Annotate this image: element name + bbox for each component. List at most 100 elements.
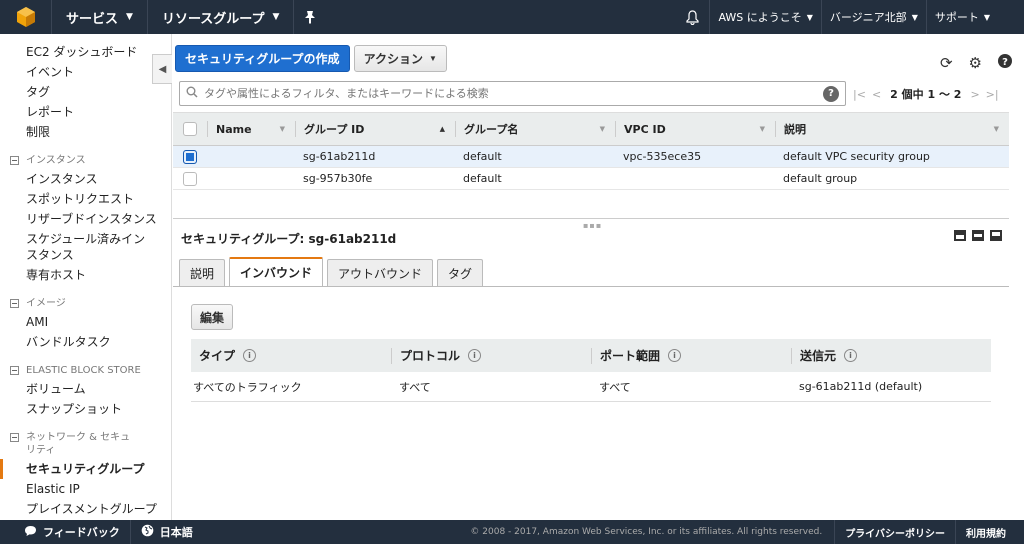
- prev-page-icon[interactable]: <: [872, 88, 881, 101]
- sidebar-item-bundle-tasks[interactable]: バンドルタスク: [0, 332, 171, 352]
- row-checkbox[interactable]: [183, 149, 197, 164]
- toolbar-icons: ⟳ ⚙ ?: [940, 54, 1012, 72]
- table-row[interactable]: sg-61ab211d default vpc-535ece35 default…: [173, 146, 1009, 168]
- sidebar-item-events[interactable]: イベント: [0, 62, 171, 82]
- cell-description: default group: [783, 172, 858, 185]
- sidebar-item-scheduled-instances[interactable]: スケジュール済みインスタンス: [0, 229, 150, 265]
- column-header-description[interactable]: 説明 ▼: [775, 121, 1009, 137]
- sidebar-item-reports[interactable]: レポート: [0, 102, 171, 122]
- sidebar-section-network-security[interactable]: ネットワーク & セキュリティ: [0, 419, 171, 459]
- sidebar-item-placement-groups[interactable]: プレイスメントグループ: [0, 499, 171, 519]
- language-selector[interactable]: 日本語: [131, 520, 203, 544]
- services-menu[interactable]: サービス ▼: [52, 0, 148, 34]
- section-title: ELASTIC BLOCK STORE: [26, 365, 141, 376]
- info-icon[interactable]: i: [243, 349, 257, 362]
- info-icon[interactable]: i: [844, 349, 858, 362]
- column-header-group-name[interactable]: グループ名 ▼: [455, 121, 615, 137]
- next-page-icon[interactable]: >: [970, 88, 979, 101]
- tab-tags[interactable]: タグ: [437, 259, 484, 286]
- layout-bottom-icon[interactable]: [954, 230, 966, 241]
- sidebar-item-reserved-instances[interactable]: リザーブドインスタンス: [0, 209, 171, 229]
- layout-top-icon[interactable]: [990, 230, 1002, 241]
- info-icon[interactable]: i: [468, 349, 482, 362]
- sidebar-item-limits[interactable]: 制限: [0, 122, 171, 142]
- sidebar-item-volumes[interactable]: ボリューム: [0, 379, 171, 399]
- refresh-icon[interactable]: ⟳: [940, 54, 953, 72]
- sidebar: EC2 ダッシュボード イベント タグ レポート 制限 インスタンス インスタン…: [0, 34, 172, 520]
- collapse-icon: [10, 433, 19, 442]
- pane-splitter[interactable]: [173, 218, 1009, 219]
- search-input[interactable]: [204, 87, 823, 100]
- search-icon: [180, 86, 204, 101]
- search-bar: ?: [179, 81, 846, 106]
- sidebar-item-spot-requests[interactable]: スポットリクエスト: [0, 189, 171, 209]
- tab-description[interactable]: 説明: [179, 259, 226, 286]
- tab-inbound[interactable]: インバウンド: [229, 257, 324, 286]
- table-header: Name ▼ グループ ID ▲ グループ名 ▼ VPC ID ▼ 説明 ▼: [173, 112, 1009, 146]
- actions-button[interactable]: アクション ▼: [353, 45, 447, 72]
- sidebar-section-ebs[interactable]: ELASTIC BLOCK STORE: [0, 352, 171, 379]
- sort-down-icon: ▼: [759, 125, 765, 133]
- first-page-icon[interactable]: |<: [853, 88, 866, 101]
- edit-button[interactable]: 編集: [191, 304, 234, 330]
- toolbar: セキュリティグループの作成 アクション ▼: [175, 45, 447, 72]
- inbound-rules-table: タイプ i プロトコル i ポート範囲 i 送信元 i すべてのトラフィック すべて す…: [191, 339, 991, 402]
- column-label: タイプ: [199, 349, 236, 363]
- aws-cube-icon[interactable]: [0, 0, 52, 34]
- cell-group-id: sg-957b30fe: [303, 172, 373, 185]
- sidebar-item-tags[interactable]: タグ: [0, 82, 171, 102]
- last-page-icon[interactable]: >|: [986, 88, 999, 101]
- pin-icon[interactable]: [294, 0, 326, 34]
- chevron-down-icon: ▼: [911, 12, 918, 22]
- rule-protocol: すべて: [399, 380, 431, 394]
- section-title: インスタンス: [26, 155, 86, 166]
- table-row[interactable]: sg-957b30fe default default group: [173, 168, 1009, 190]
- support-label: サポート: [934, 11, 979, 24]
- sidebar-item-ami[interactable]: AMI: [0, 312, 171, 332]
- cell-group-id: sg-61ab211d: [303, 150, 376, 163]
- sidebar-item-security-groups[interactable]: セキュリティグループ: [0, 459, 171, 479]
- sidebar-section-instances[interactable]: インスタンス: [0, 142, 171, 169]
- collapse-sidebar-button[interactable]: ◀: [152, 54, 172, 84]
- region-label: バージニア北部: [829, 11, 907, 24]
- chevron-down-icon: ▼: [272, 12, 280, 22]
- rule-type: すべてのトラフィック: [193, 380, 302, 394]
- create-security-group-button[interactable]: セキュリティグループの作成: [175, 45, 350, 72]
- detail-title: セキュリティグループ: sg-61ab211d: [181, 232, 397, 246]
- sidebar-item-instances[interactable]: インスタンス: [0, 169, 171, 189]
- help-icon[interactable]: ?: [998, 54, 1012, 72]
- chevron-down-icon: ▼: [126, 12, 133, 22]
- terms-link[interactable]: 利用規約: [955, 520, 1024, 544]
- privacy-policy-link[interactable]: プライバシーポリシー: [834, 520, 955, 544]
- column-header-group-id[interactable]: グループ ID ▲: [295, 121, 455, 137]
- sidebar-section-images[interactable]: イメージ: [0, 285, 171, 312]
- resource-groups-menu[interactable]: リソースグループ ▼: [148, 0, 295, 34]
- sidebar-item-snapshots[interactable]: スナップショット: [0, 399, 171, 419]
- row-checkbox[interactable]: [183, 171, 197, 186]
- gear-icon[interactable]: ⚙: [969, 54, 982, 72]
- layout-split-icon[interactable]: [972, 230, 984, 241]
- column-label: ポート範囲: [600, 349, 661, 363]
- main-content: セキュリティグループの作成 アクション ▼ ⟳ ⚙ ? ? |< < 2 個中 1…: [173, 34, 1024, 520]
- column-header-vpc-id[interactable]: VPC ID ▼: [615, 121, 775, 137]
- sidebar-item-ec2-dashboard[interactable]: EC2 ダッシュボード: [0, 42, 171, 62]
- rule-column-port-range: ポート範囲 i: [591, 347, 791, 364]
- rule-source: sg-61ab211d (default): [799, 380, 923, 393]
- bell-icon[interactable]: [676, 0, 711, 34]
- sort-down-icon: ▼: [599, 125, 605, 133]
- sidebar-item-dedicated-hosts[interactable]: 専有ホスト: [0, 265, 171, 285]
- support-menu[interactable]: サポート ▼: [927, 0, 1024, 34]
- search-help-icon[interactable]: ?: [823, 85, 839, 102]
- sidebar-item-elastic-ip[interactable]: Elastic IP: [0, 479, 171, 499]
- tab-outbound[interactable]: アウトバウンド: [327, 259, 434, 286]
- column-header-name[interactable]: Name ▼: [207, 121, 295, 137]
- select-all-checkbox[interactable]: [183, 122, 197, 136]
- region-menu[interactable]: バージニア北部 ▼: [822, 0, 927, 34]
- sort-down-icon: ▼: [993, 125, 999, 133]
- services-label: サービス: [66, 11, 119, 27]
- account-menu[interactable]: AWS にようこそ ▼: [710, 0, 822, 34]
- feedback-link[interactable]: フィードバック: [0, 520, 131, 544]
- drag-handle-icon[interactable]: ▪▪▪: [583, 221, 602, 230]
- info-icon[interactable]: i: [668, 349, 682, 362]
- header-checkbox-cell: [173, 122, 207, 136]
